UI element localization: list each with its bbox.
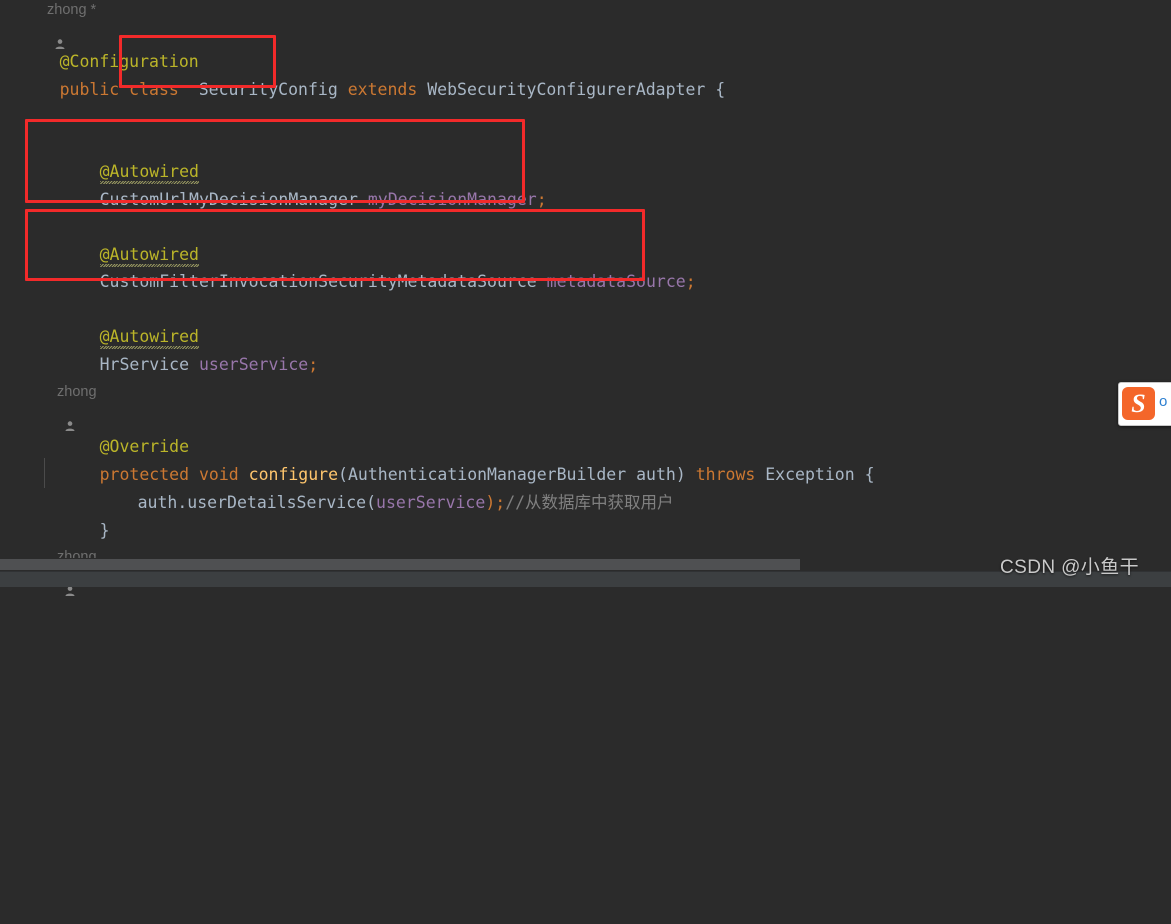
class-open-brace: { <box>715 80 726 99</box>
code-line-class-declaration: public class SecurityConfig extends WebS… <box>0 48 726 99</box>
sogou-logo-icon: S <box>1122 387 1155 420</box>
field-type-customurlmydecisionmanager: CustomUrlMyDecisionManager <box>99 190 358 209</box>
code-line-field-userservice: HrService userService; <box>40 323 319 374</box>
field-name-userservice: userService <box>198 355 309 374</box>
vcs-annotation-author-middle[interactable]: zhong <box>40 378 97 431</box>
code-line-method-close-brace: } <box>40 489 110 540</box>
call-expression-suffix: ); <box>485 493 506 512</box>
superclass-websecurityconfigureradapter: WebSecurityConfigurerAdapter <box>427 80 706 99</box>
field-semicolon-1: ; <box>536 190 547 209</box>
method-open-brace: { <box>864 465 875 484</box>
field-name-mydecisionmanager: myDecisionManager <box>367 190 537 209</box>
code-line-method-body-call: auth.userDetailsService(userService);//从… <box>137 493 674 512</box>
call-expression-prefix: auth.userDetailsService <box>137 493 367 512</box>
code-line-autowired-1: @Autowired <box>40 130 199 181</box>
field-type-hrservice: HrService <box>99 355 190 374</box>
sogou-logo-text: o <box>1159 393 1168 410</box>
vcs-author-name: zhong <box>57 384 97 400</box>
code-line-autowired-2: @Autowired <box>40 213 199 264</box>
method-close-paren: ) <box>675 465 686 484</box>
code-line-autowired-3: @Autowired <box>40 295 199 346</box>
field-type-customfilterinvocationsecuritymetadatasource: CustomFilterInvocationSecurityMetadataSo… <box>99 272 537 291</box>
code-line-method-signature: protected void configure(AuthenticationM… <box>40 433 875 484</box>
method-close-brace: } <box>99 521 110 540</box>
sogou-ime-indicator[interactable]: S o <box>1118 382 1171 426</box>
field-semicolon-2: ; <box>685 272 696 291</box>
field-semicolon-3: ; <box>308 355 319 374</box>
class-name-securityconfig: SecurityConfig <box>198 80 338 99</box>
code-line-field-metadatasource: CustomFilterInvocationSecurityMetadataSo… <box>40 240 696 291</box>
horizontal-scrollbar-thumb[interactable] <box>0 559 800 570</box>
keyword-throws: throws <box>695 465 756 484</box>
exception-type: Exception <box>765 465 855 484</box>
code-line-configuration-annotation: @Configuration <box>0 20 199 71</box>
source-code[interactable]: @Configuration public class SecurityConf… <box>0 0 1171 924</box>
inline-comment-chinese: //从数据库中获取用户 <box>505 493 674 512</box>
keyword-public: public <box>59 80 120 99</box>
field-name-metadatasource: metadataSource <box>546 272 686 291</box>
call-argument-userservice: userService <box>376 493 486 512</box>
code-editor-pane[interactable]: zhong * @Configuration public class Secu… <box>0 0 1171 596</box>
keyword-extends: extends <box>347 80 418 99</box>
person-icon <box>40 386 75 431</box>
code-line-field-mydecisionmanager: CustomUrlMyDecisionManager myDecisionMan… <box>40 158 547 209</box>
csdn-watermark: CSDN @小鱼干 <box>1000 557 1171 578</box>
keyword-class: class <box>129 80 179 99</box>
editor-status-bar <box>0 571 1171 587</box>
